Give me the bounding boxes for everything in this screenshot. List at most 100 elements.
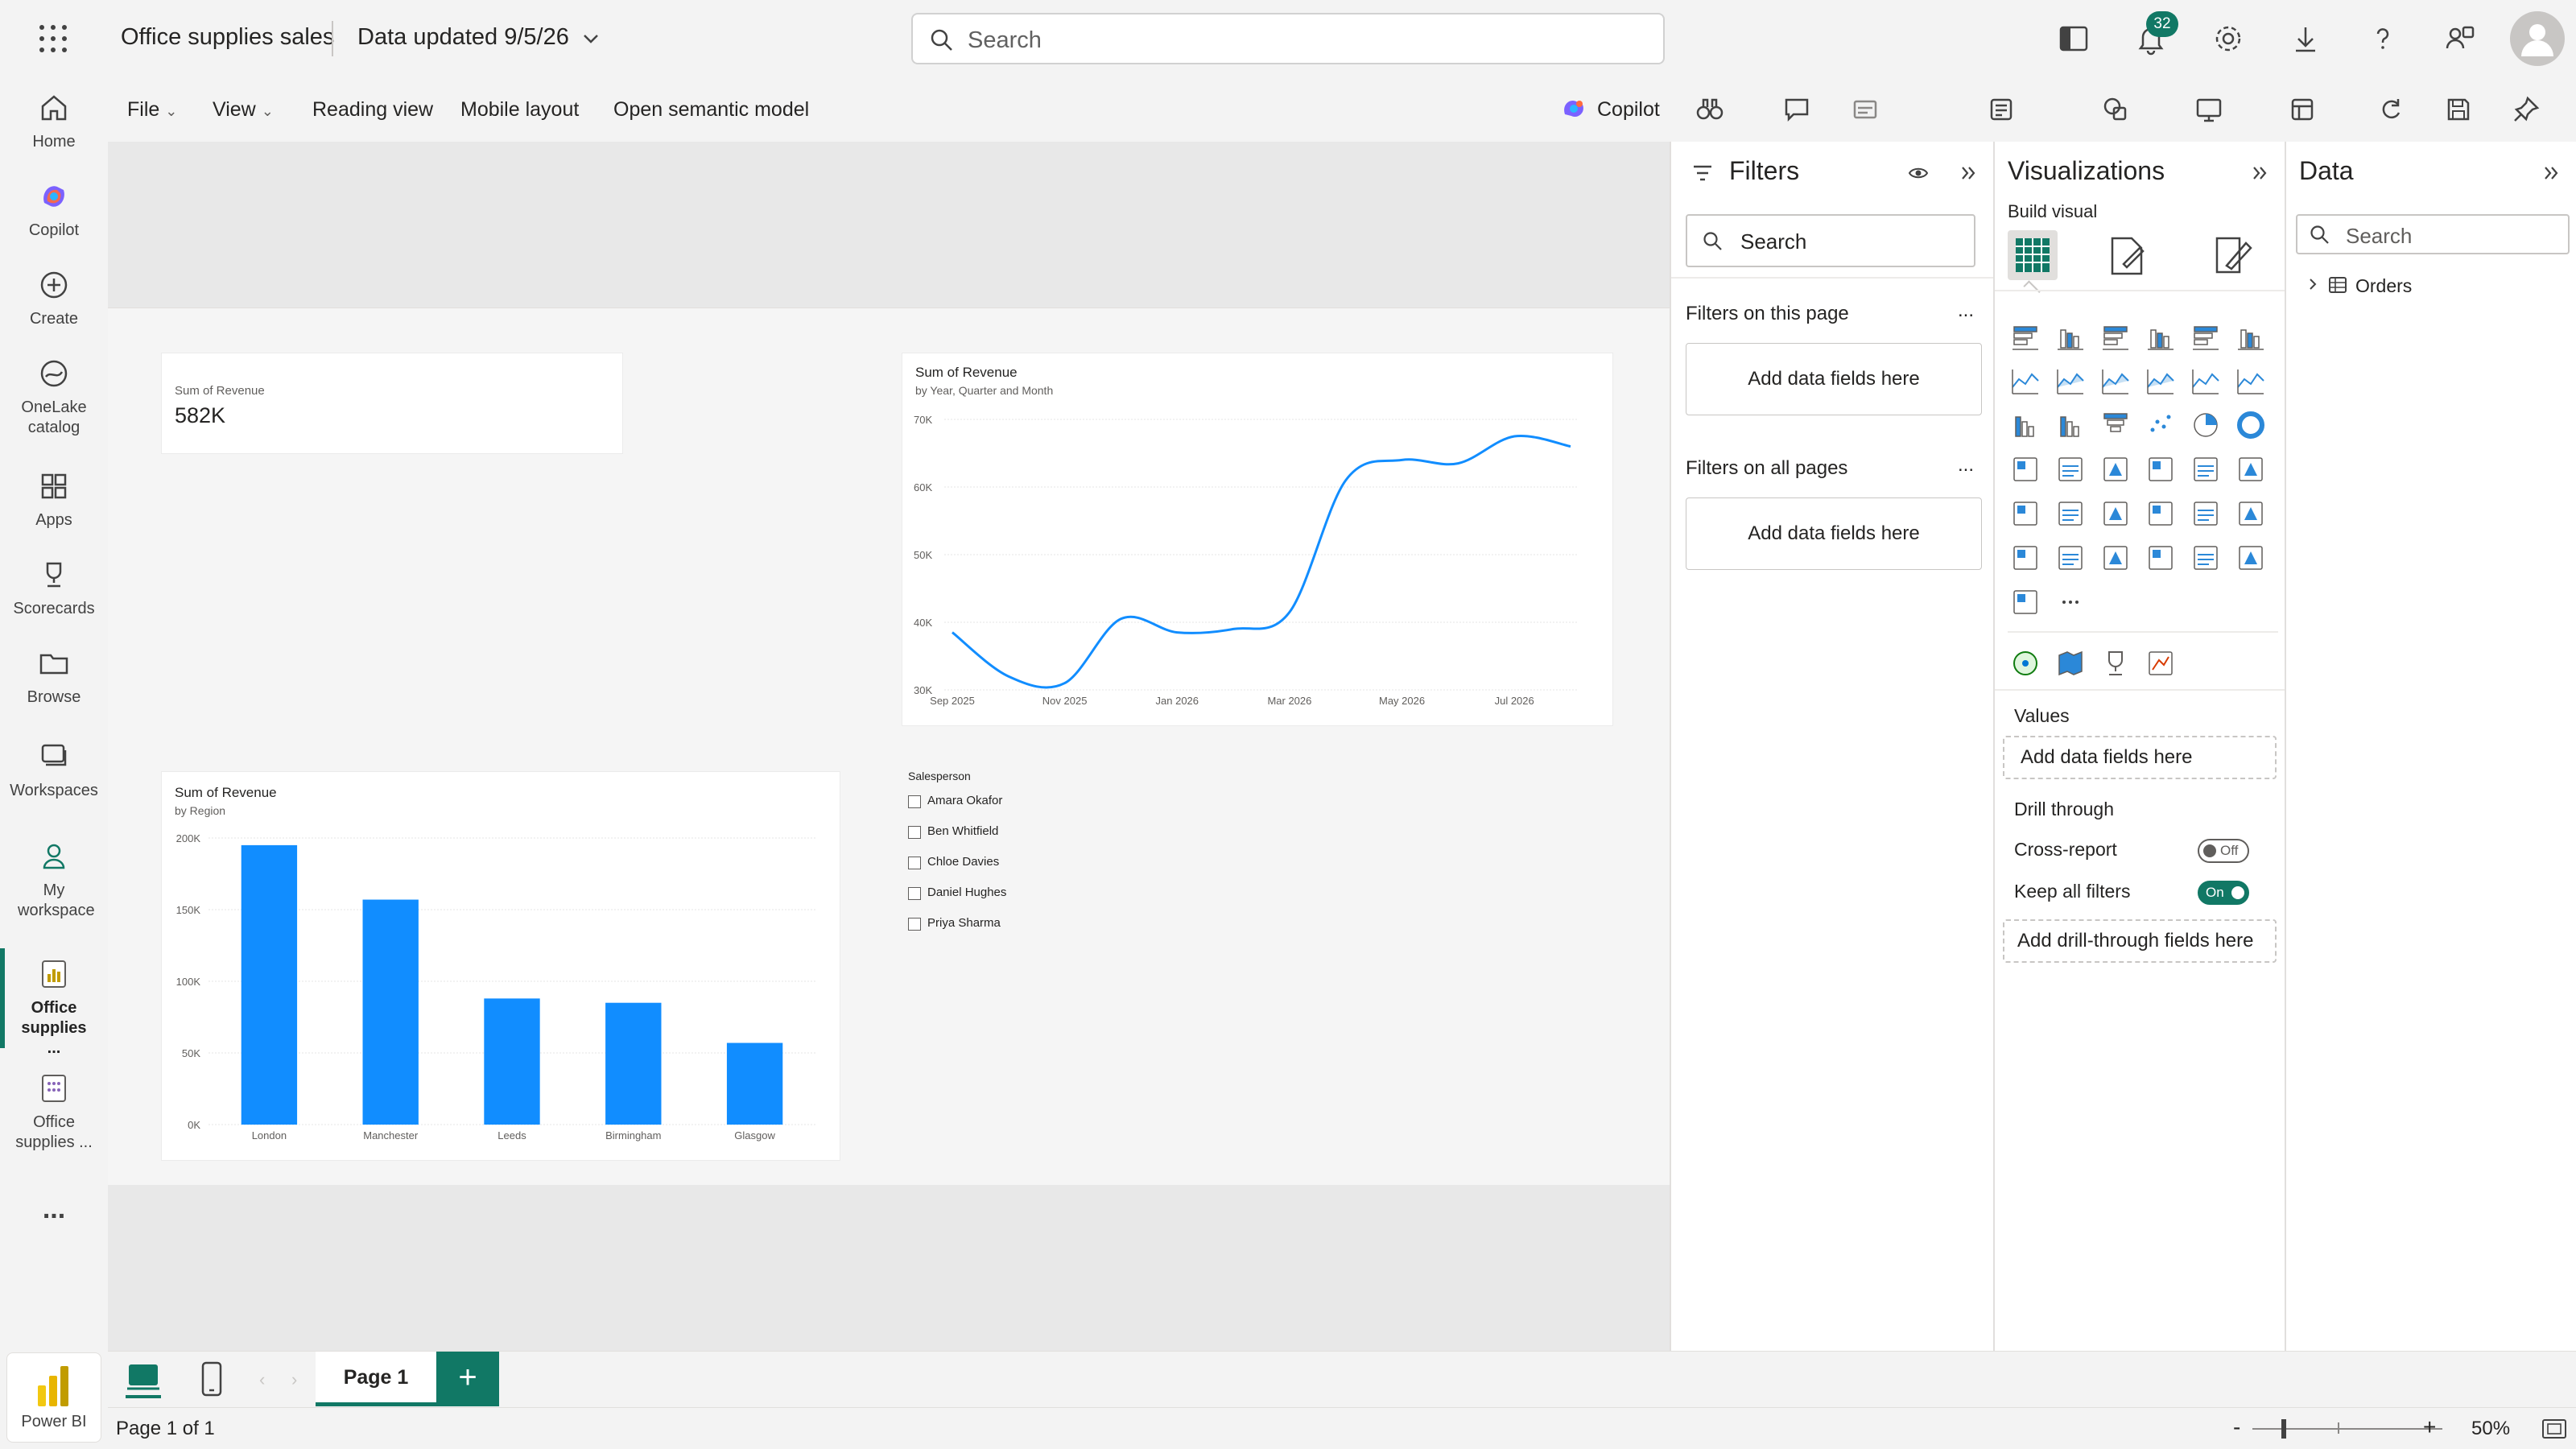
donut-chart-icon[interactable]: [2233, 407, 2268, 443]
phone-layout-icon[interactable]: [198, 1361, 225, 1397]
tab-page-1[interactable]: Page 1: [316, 1352, 436, 1406]
nav-more-button[interactable]: ...: [0, 1195, 108, 1223]
revenue-series-line[interactable]: [952, 434, 1571, 689]
view-menu[interactable]: View ⌄: [213, 98, 274, 122]
clustered-bar-chart-icon[interactable]: [2098, 319, 2133, 354]
trophy-goals-icon[interactable]: [2098, 646, 2133, 681]
bar-leeds[interactable]: [484, 998, 540, 1125]
treemap-icon[interactable]: [2008, 452, 2043, 487]
cross-report-toggle[interactable]: Off: [2198, 839, 2249, 863]
slicer-checkbox[interactable]: [908, 918, 921, 931]
funnel-chart-icon[interactable]: [2098, 407, 2133, 443]
nav-onelake[interactable]: OneLake catalog: [0, 356, 108, 438]
stacked-bar-chart-icon[interactable]: [2008, 319, 2043, 354]
comment-icon[interactable]: [1782, 95, 1811, 124]
arcgis-map-icon[interactable]: [2008, 646, 2043, 681]
card-visual[interactable]: Sum of Revenue 582K: [161, 353, 623, 454]
zoom-slider-thumb[interactable]: [2281, 1419, 2286, 1439]
format-visual-tab[interactable]: [2104, 233, 2149, 279]
share-people-icon[interactable]: [2442, 21, 2478, 56]
100-stacked-column-chart-icon[interactable]: [2233, 319, 2268, 354]
power-apps-icon[interactable]: [2053, 540, 2088, 576]
analytics-tab[interactable]: [2211, 233, 2256, 279]
card-icon[interactable]: [2188, 452, 2223, 487]
filters-search-input[interactable]: Search: [1686, 214, 1975, 267]
summary-icon[interactable]: [1987, 95, 2016, 124]
page-filters-drop-zone[interactable]: Add data fields here: [1686, 343, 1982, 415]
collapse-data-icon[interactable]: [2541, 163, 2562, 184]
refresh-icon[interactable]: [2376, 95, 2405, 124]
bar-birmingham[interactable]: [605, 1002, 662, 1125]
nav-home[interactable]: Home: [0, 90, 108, 152]
slicer-item[interactable]: Priya Sharma: [906, 914, 1100, 934]
global-search-input[interactable]: Search: [911, 13, 1665, 64]
slicer-icon[interactable]: [2008, 496, 2043, 531]
nav-create[interactable]: Create: [0, 267, 108, 329]
bar-chart-visual[interactable]: Sum of Revenue by Region 0K 50K 100K 150K 20…: [161, 771, 840, 1161]
app-launcher-icon[interactable]: [35, 21, 71, 56]
smart-narrative-icon[interactable]: [2008, 584, 2043, 620]
slicer-checkbox[interactable]: [908, 826, 921, 839]
keep-all-filters-toggle[interactable]: On: [2198, 881, 2249, 905]
matrix-icon[interactable]: [2098, 496, 2133, 531]
image-icon[interactable]: [2143, 540, 2178, 576]
open-semantic-model-button[interactable]: Open semantic model: [613, 98, 809, 122]
next-page-icon[interactable]: ›: [291, 1369, 297, 1390]
slicer-item[interactable]: Ben Whitfield: [906, 823, 1100, 842]
line-and-stacked-column-icon[interactable]: [2188, 363, 2223, 398]
user-avatar[interactable]: [2510, 11, 2565, 66]
nav-office-supplies-model[interactable]: Office supplies ...: [0, 1071, 108, 1153]
slicer-checkbox[interactable]: [908, 795, 921, 808]
reading-view-button[interactable]: Reading view: [312, 98, 433, 122]
nav-apps[interactable]: Apps: [0, 469, 108, 530]
prev-page-icon[interactable]: ‹: [259, 1369, 265, 1390]
line-chart-icon[interactable]: [2008, 363, 2043, 398]
settings-gear-icon[interactable]: [2211, 21, 2246, 56]
subscribe-icon[interactable]: [1852, 95, 1880, 124]
diamond-icon[interactable]: [2233, 540, 2268, 576]
line-and-clustered-column-icon[interactable]: [2233, 363, 2268, 398]
chevron-down-icon[interactable]: [581, 29, 601, 48]
power-automate-icon[interactable]: [2098, 540, 2133, 576]
scatter-chart-icon[interactable]: [2143, 407, 2178, 443]
copilot-button[interactable]: Copilot: [1597, 98, 1660, 122]
key-influencers-icon[interactable]: [2143, 496, 2178, 531]
map-icon[interactable]: [2053, 452, 2088, 487]
custom-visual-icon[interactable]: [2143, 646, 2178, 681]
zoom-in-button[interactable]: +: [2423, 1414, 2436, 1440]
layout-icon[interactable]: [2288, 95, 2317, 124]
area-chart-icon[interactable]: [2053, 363, 2088, 398]
help-icon[interactable]: [2365, 21, 2401, 56]
stacked-column-chart-icon[interactable]: [2053, 319, 2088, 354]
download-icon[interactable]: [2288, 21, 2323, 56]
nav-workspaces[interactable]: Workspaces: [0, 739, 108, 801]
add-page-button[interactable]: +: [436, 1352, 499, 1406]
nav-my-workspace[interactable]: My workspace: [0, 839, 108, 921]
table-icon[interactable]: [2053, 496, 2088, 531]
shapes-icon[interactable]: [2101, 95, 2130, 124]
build-visual-tab[interactable]: [2008, 230, 2058, 280]
100-stacked-bar-chart-icon[interactable]: [2188, 319, 2223, 354]
azure-map-icon[interactable]: [2098, 452, 2133, 487]
line-chart-visual[interactable]: Sum of Revenue by Year, Quarter and Mont…: [902, 353, 1613, 726]
decomposition-tree-icon[interactable]: [2188, 496, 2223, 531]
nav-copilot[interactable]: Copilot: [0, 179, 108, 241]
eye-icon[interactable]: [1908, 163, 1929, 184]
zoom-level[interactable]: 50%: [2471, 1418, 2510, 1440]
report-title[interactable]: Office supplies sales: [121, 24, 334, 51]
slicer-checkbox[interactable]: [908, 887, 921, 900]
binoculars-icon[interactable]: [1695, 95, 1724, 124]
nav-office-supplies-report[interactable]: Office supplies ...: [0, 956, 108, 1059]
stacked-area-chart-icon[interactable]: [2098, 363, 2133, 398]
nav-browse[interactable]: Browse: [0, 646, 108, 708]
filters-page-more-button[interactable]: ...: [1958, 299, 1974, 322]
pin-icon[interactable]: [2512, 95, 2541, 124]
gauge-icon[interactable]: [2143, 452, 2178, 487]
filled-map-icon[interactable]: [2053, 646, 2088, 681]
qa-icon[interactable]: [2233, 496, 2268, 531]
mobile-layout-button[interactable]: Mobile layout: [460, 98, 579, 122]
panel-toggle-icon[interactable]: [2056, 21, 2091, 56]
nav-scorecards[interactable]: Scorecards: [0, 557, 108, 619]
100-stacked-area-chart-icon[interactable]: [2143, 363, 2178, 398]
present-icon[interactable]: [2194, 95, 2223, 124]
